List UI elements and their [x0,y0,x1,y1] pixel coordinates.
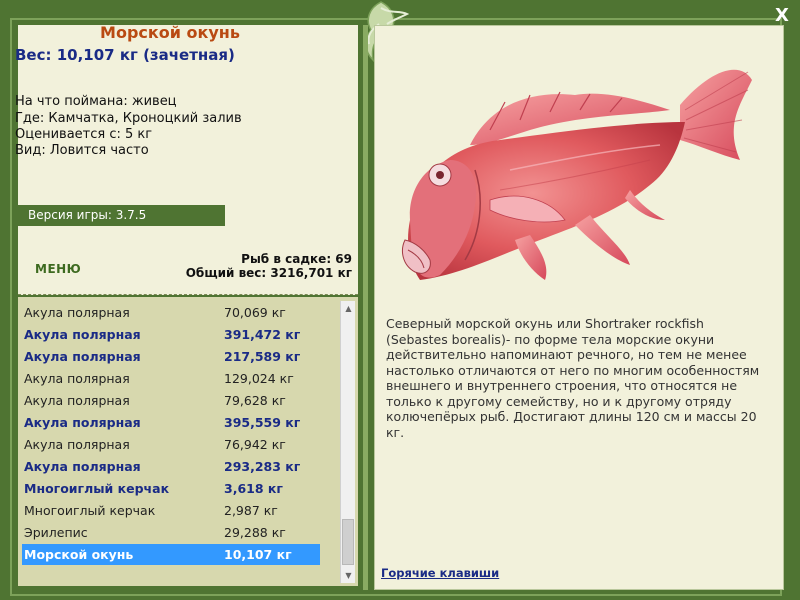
list-item-name: Акула полярная [24,371,130,386]
list-item-name: Многоиглый керчак [24,503,156,518]
fish-description: Северный морской окунь или Shortraker ro… [386,316,760,440]
version-bar: Версия игры: 3.7.5 [18,205,225,226]
list-item[interactable]: Акула полярная 391,472 кг [22,324,320,345]
list-item-weight: 395,559 кг [224,415,301,430]
list-item-name: Эрилепис [24,525,88,540]
list-scrollbar[interactable]: ▲ ▼ [340,301,355,583]
list-item-name: Акула полярная [24,437,130,452]
list-item-name: Акула полярная [24,327,141,342]
list-item[interactable]: Акула полярная 79,628 кг [22,390,320,411]
list-item[interactable]: Акула полярная 70,069 кг [22,302,320,323]
list-item-weight: 10,107 кг [224,547,292,562]
list-item[interactable]: Акула полярная 129,024 кг [22,368,320,389]
list-item[interactable]: Акула полярная 293,283 кг [22,456,320,477]
frequency-info: Вид: Ловится часто [15,143,149,158]
caught-on-info: На что поймана: живец [15,94,177,109]
fish-title: Морской окунь [100,23,240,42]
list-item-weight: 129,024 кг [224,371,294,386]
scroll-down-icon[interactable]: ▼ [341,568,356,583]
list-item-weight: 70,069 кг [224,305,286,320]
list-item-weight: 293,283 кг [224,459,301,474]
list-item-name: Акула полярная [24,349,141,364]
list-item[interactable]: Морской окунь 10,107 кг [22,544,320,565]
list-item-name: Акула полярная [24,459,141,474]
list-item[interactable]: Многоиглый керчак 2,987 кг [22,500,320,521]
list-item[interactable]: Акула полярная 217,589 кг [22,346,320,367]
menu-button[interactable]: МЕНЮ [35,262,81,276]
list-item[interactable]: Эрилепис 29,288 кг [22,522,320,543]
list-item-weight: 76,942 кг [224,437,286,452]
list-item-name: Акула полярная [24,415,141,430]
list-item-name: Акула полярная [24,393,130,408]
list-item[interactable]: Акула полярная 76,942 кг [22,434,320,455]
fish-weight: Вес: 10,107 кг (зачетная) [15,46,235,64]
list-item-weight: 79,628 кг [224,393,286,408]
location-info: Где: Камчатка, Кроноцкий залив [15,111,242,126]
scroll-up-icon[interactable]: ▲ [341,301,356,316]
cage-count: Рыб в садке: 69 [241,252,352,266]
list-item-weight: 2,987 кг [224,503,278,518]
panel-splitter [363,25,368,590]
list-item-name: Морской окунь [24,547,134,562]
list-item[interactable]: Акула полярная 395,559 кг [22,412,320,433]
list-item-name: Многоиглый керчак [24,481,170,496]
close-icon: X [775,5,789,26]
divider [18,294,358,295]
list-item-name: Акула полярная [24,305,130,320]
scroll-thumb[interactable] [342,519,354,565]
list-item[interactable]: Многоиглый керчак 3,618 кг [22,478,320,499]
valued-from-info: Оценивается с: 5 кг [15,127,153,142]
fish-image [402,69,752,280]
hotkeys-link[interactable]: Горячие клавиши [381,566,499,580]
list-item-weight: 29,288 кг [224,525,286,540]
total-weight: Общий вес: 3216,701 кг [185,266,352,280]
list-item-weight: 217,589 кг [224,349,301,364]
close-button[interactable]: X [771,5,793,27]
list-item-weight: 391,472 кг [224,327,301,342]
list-item-weight: 3,618 кг [224,481,283,496]
